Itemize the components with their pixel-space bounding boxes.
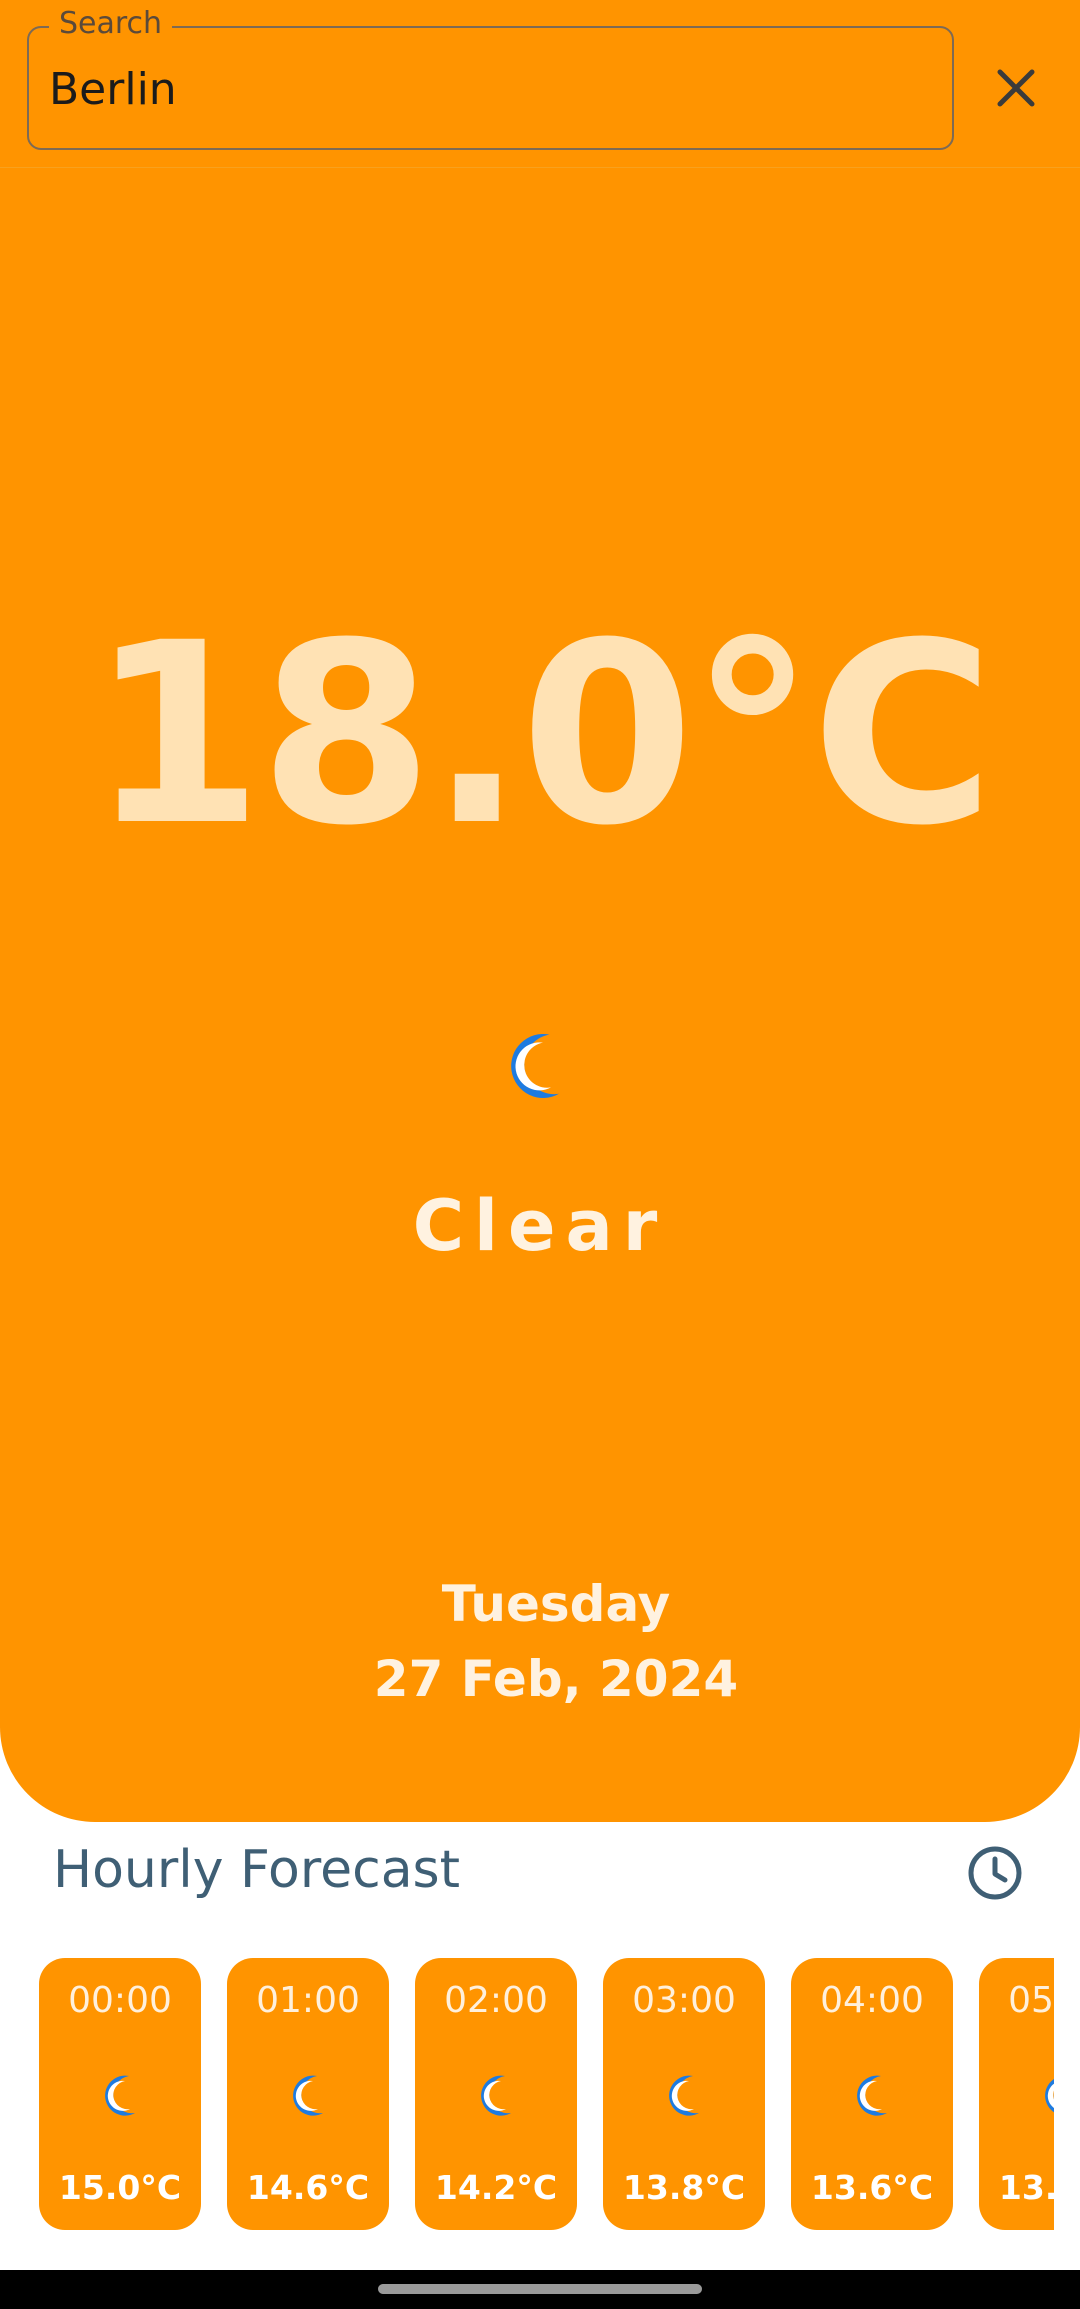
moon-icon bbox=[481, 2075, 511, 2116]
hourly-temp: 15.0°C bbox=[58, 2168, 182, 2207]
hourly-time: 02:00 bbox=[444, 1980, 548, 2021]
system-navigation-bar bbox=[0, 2270, 1080, 2309]
hourly-time: 04:00 bbox=[820, 1980, 924, 2021]
hourly-time: 01:00 bbox=[256, 1980, 360, 2021]
home-gesture-handle[interactable] bbox=[378, 2284, 702, 2294]
hourly-card[interactable]: 03:00 13.8°C bbox=[603, 1958, 765, 2230]
hourly-temp: 14.2°C bbox=[434, 2168, 558, 2207]
search-input[interactable] bbox=[49, 58, 909, 120]
moon-icon bbox=[1045, 2075, 1054, 2116]
hourly-time: 05:00 bbox=[1008, 1980, 1054, 2021]
hourly-temp: 14.6°C bbox=[246, 2168, 370, 2207]
hourly-temp: 13.4°C bbox=[998, 2168, 1054, 2207]
moon-icon bbox=[857, 2075, 887, 2116]
clear-search-button[interactable] bbox=[980, 52, 1052, 124]
day-of-week: Tuesday bbox=[441, 1575, 671, 1633]
weather-condition: Clear bbox=[412, 1185, 668, 1267]
moon-icon bbox=[293, 2075, 323, 2116]
clock-icon[interactable] bbox=[965, 1843, 1025, 1903]
current-weather-panel: Search 18.0°C Clear Tuesday 27 Feb, 2024 bbox=[0, 0, 1080, 1822]
moon-icon bbox=[105, 2075, 135, 2116]
hourly-forecast-title: Hourly Forecast bbox=[53, 1840, 461, 1900]
hourly-time: 03:00 bbox=[632, 1980, 736, 2021]
moon-icon bbox=[669, 2075, 699, 2116]
close-icon bbox=[997, 69, 1035, 107]
hourly-time: 00:00 bbox=[68, 1980, 172, 2021]
hourly-card[interactable]: 00:00 15.0°C bbox=[39, 1958, 201, 2230]
search-field-box[interactable]: Search bbox=[27, 6, 954, 150]
current-temperature: 18.0°C bbox=[89, 589, 994, 880]
hourly-temp: 13.6°C bbox=[810, 2168, 934, 2207]
hourly-temp: 13.8°C bbox=[622, 2168, 746, 2207]
hourly-card[interactable]: 02:00 14.2°C bbox=[415, 1958, 577, 2230]
moon-icon bbox=[511, 1033, 559, 1098]
hourly-card[interactable]: 04:00 13.6°C bbox=[791, 1958, 953, 2230]
hourly-forecast-list[interactable]: 00:00 15.0°C 01:00 14.6°C 02:00 14.2°C 0… bbox=[0, 1958, 1054, 2234]
search-bar: Search bbox=[0, 0, 1080, 168]
current-date: 27 Feb, 2024 bbox=[373, 1650, 739, 1708]
hourly-card[interactable]: 05:00 13.4°C bbox=[979, 1958, 1054, 2230]
hourly-card[interactable]: 01:00 14.6°C bbox=[227, 1958, 389, 2230]
search-label: Search bbox=[49, 6, 173, 41]
